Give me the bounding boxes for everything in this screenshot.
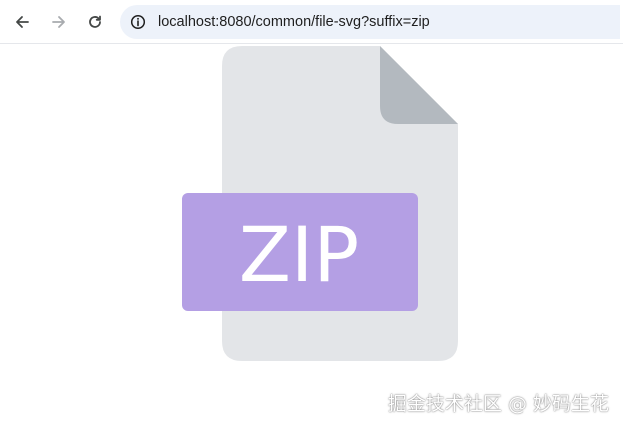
forward-button[interactable]	[46, 9, 72, 35]
zip-file-icon: ZIP	[182, 46, 458, 361]
arrow-left-icon	[16, 16, 29, 28]
browser-toolbar: localhost:8080/common/file-svg?suffix=zi…	[0, 0, 623, 44]
page-viewport: ZIP 掘金技术社区 @ 妙码生花	[0, 44, 623, 427]
reload-icon	[89, 15, 101, 28]
address-bar[interactable]: localhost:8080/common/file-svg?suffix=zi…	[120, 5, 620, 39]
file-corner-fold	[380, 46, 458, 124]
site-info-button[interactable]	[128, 12, 148, 32]
file-extension-text: ZIP	[239, 210, 359, 299]
url-text[interactable]: localhost:8080/common/file-svg?suffix=zi…	[158, 5, 430, 39]
info-circle-icon	[130, 14, 146, 30]
back-button[interactable]	[9, 9, 35, 35]
watermark-text: 掘金技术社区 @ 妙码生花	[387, 393, 609, 415]
reload-button[interactable]	[82, 9, 108, 35]
arrow-right-icon	[52, 16, 65, 28]
